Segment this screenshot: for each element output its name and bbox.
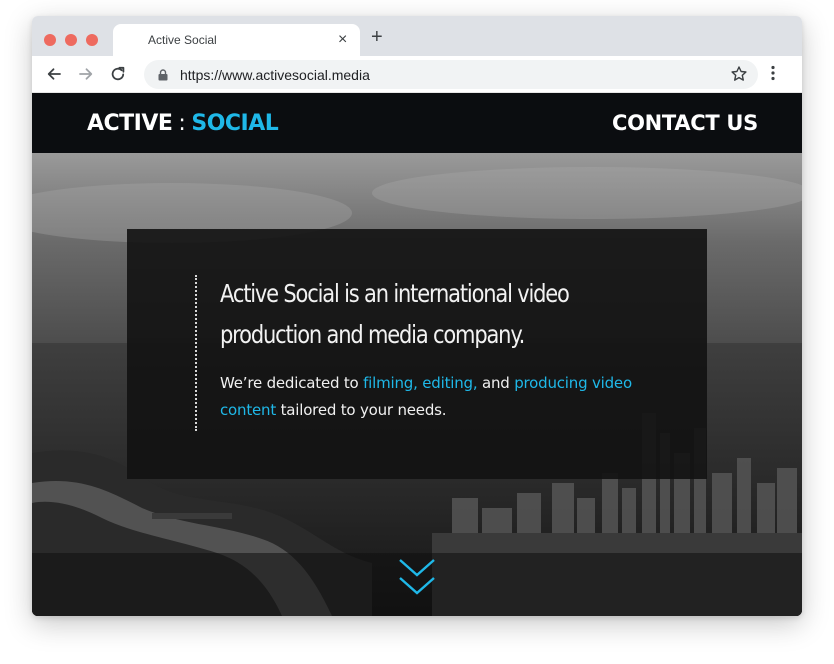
site-logo[interactable]: ACTIVE: SOCIAL bbox=[87, 111, 279, 136]
lock-icon bbox=[158, 68, 168, 86]
forward-arrow-icon[interactable] bbox=[75, 63, 97, 85]
logo-primary: ACTIVE bbox=[87, 111, 173, 136]
tab-strip: Active Social × + bbox=[32, 16, 802, 56]
new-tab-button[interactable]: + bbox=[371, 27, 383, 47]
tab-title: Active Social bbox=[148, 33, 217, 47]
hero-subline: We’re dedicated to filming, editing, and… bbox=[220, 370, 660, 424]
reload-icon[interactable] bbox=[107, 63, 129, 85]
browser-window: Active Social × + https://www.activesoci… bbox=[32, 16, 802, 616]
address-bar[interactable]: https://www.activesocial.media bbox=[144, 60, 758, 89]
logo-accent: SOCIAL bbox=[191, 111, 279, 136]
subline-text-3: tailored to your needs. bbox=[276, 401, 447, 419]
minimize-window-button[interactable] bbox=[65, 34, 77, 46]
subline-text-1: We’re dedicated to bbox=[220, 374, 364, 392]
web-page: ACTIVE: SOCIAL CONTACT US Active Social … bbox=[32, 93, 802, 616]
logo-separator: : bbox=[178, 111, 186, 136]
hero-section: Active Social is an international video … bbox=[32, 153, 802, 616]
site-header: ACTIVE: SOCIAL CONTACT US bbox=[32, 93, 802, 153]
close-window-button[interactable] bbox=[44, 34, 56, 46]
double-chevron-down-icon[interactable] bbox=[398, 558, 436, 603]
dotted-divider bbox=[195, 275, 197, 431]
url-text[interactable]: https://www.activesocial.media bbox=[180, 67, 370, 83]
subline-highlight-1: filming, editing, bbox=[363, 374, 478, 392]
back-arrow-icon[interactable] bbox=[43, 63, 65, 85]
subline-text-2: and bbox=[477, 374, 515, 392]
contact-us-link[interactable]: CONTACT US bbox=[612, 111, 758, 135]
intro-panel: Active Social is an international video … bbox=[127, 229, 707, 479]
hero-headline: Active Social is an international video … bbox=[220, 279, 570, 349]
kebab-menu-icon[interactable] bbox=[770, 64, 776, 87]
browser-toolbar: https://www.activesocial.media bbox=[32, 56, 802, 93]
tab-active-social[interactable]: Active Social × bbox=[113, 24, 360, 56]
tab-close-icon[interactable]: × bbox=[338, 30, 347, 50]
star-icon[interactable] bbox=[730, 65, 748, 88]
maximize-window-button[interactable] bbox=[86, 34, 98, 46]
